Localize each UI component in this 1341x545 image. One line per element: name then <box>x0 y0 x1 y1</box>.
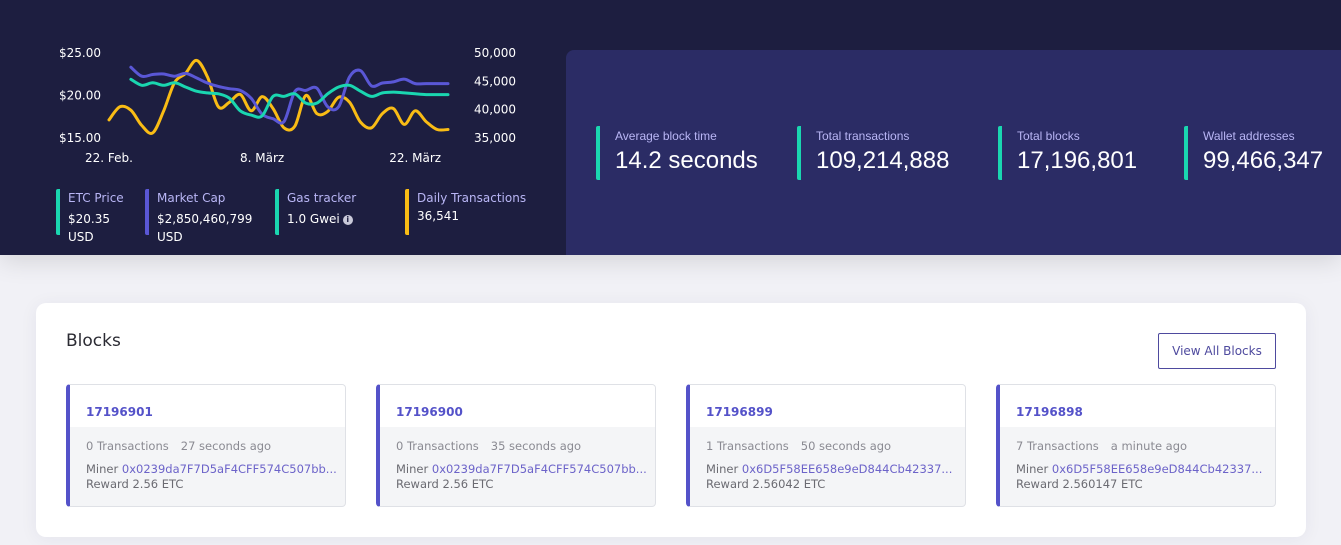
reward-value: 2.56042 ETC <box>752 477 826 491</box>
y-right-tick-label: 40,000 <box>474 103 516 117</box>
stat-value: 36,541 <box>417 209 459 223</box>
block-number-link[interactable]: 17196900 <box>396 405 463 419</box>
block-tile: 17196901 0 Transactions 27 seconds ago Mi… <box>66 384 346 507</box>
x-tick-label: 22. Feb. <box>85 151 133 165</box>
block-number-link[interactable]: 17196898 <box>1016 405 1083 419</box>
blocks-title: Blocks <box>66 331 121 351</box>
block-number-link[interactable]: 17196901 <box>86 405 153 419</box>
reward-value: 2.560147 ETC <box>1062 477 1143 491</box>
info-icon[interactable]: i <box>342 214 353 225</box>
stat-value-wrap: 1.0 Gwei i <box>287 210 356 228</box>
block-age: 27 seconds ago <box>180 439 272 453</box>
reward-value: 2.56 ETC <box>442 477 494 491</box>
miner-address-link[interactable]: 0x0239da7F7D5aF4CFF574C507bb... <box>432 462 647 476</box>
blocks-card: Blocks View All Blocks 17196901 0 Transa… <box>36 303 1306 537</box>
y-left-tick-label: $15.00 <box>59 131 101 145</box>
chart-canvas: $25.00 $20.00 $15.00 50,000 45,000 40,000 35,… <box>59 46 516 165</box>
reward-label: Reward <box>706 477 749 491</box>
stat-average-block-time: Average block time 14.2 seconds <box>596 126 758 180</box>
block-tx-count: 1 Transactions <box>706 439 789 453</box>
stat-label: Total transactions <box>816 129 910 143</box>
block-tile: 17196899 1 Transactions 50 seconds ago Mi… <box>686 384 966 507</box>
network-stats-panel: Average block time 14.2 seconds Total tr… <box>566 50 1341 255</box>
stat-value: 1.0 Gwei <box>287 212 340 226</box>
miner-label: Miner <box>1016 462 1049 476</box>
y-right-tick-label: 50,000 <box>474 46 516 60</box>
stat-label: Wallet addresses <box>1203 129 1295 143</box>
x-tick-label: 8. März <box>240 151 284 165</box>
block-tx-count: 0 Transactions <box>396 439 479 453</box>
miner-label: Miner <box>86 462 119 476</box>
stat-total-blocks: Total blocks 17,196,801 <box>998 126 1137 180</box>
reward-label: Reward <box>1016 477 1059 491</box>
stat-market-cap: Market Cap $2,850,460,799 USD <box>145 189 267 244</box>
block-age: 35 seconds ago <box>490 439 582 453</box>
block-tile: 17196900 0 Transactions 35 seconds ago Mi… <box>376 384 656 507</box>
x-tick-label: 22. März <box>389 151 441 165</box>
stat-value: 109,214,888 <box>816 147 950 174</box>
stat-value: 17,196,801 <box>1017 147 1138 174</box>
stat-label: Daily Transactions <box>417 191 527 205</box>
reward-label: Reward <box>396 477 439 491</box>
block-tile: 17196898 7 Transactions a minute ago Mine… <box>996 384 1276 507</box>
reward-value: 2.56 ETC <box>132 477 184 491</box>
block-tx-count: 7 Transactions <box>1016 439 1099 453</box>
stat-value: 99,466,347 <box>1203 147 1324 174</box>
block-number-link[interactable]: 17196899 <box>706 405 773 419</box>
block-age: a minute ago <box>1110 439 1188 453</box>
block-age: 50 seconds ago <box>800 439 892 453</box>
stat-label: Market Cap <box>157 191 226 205</box>
miner-label: Miner <box>396 462 429 476</box>
stat-total-transactions: Total transactions 109,214,888 <box>797 126 949 180</box>
miner-address-link[interactable]: 0x6D5F58EE658e9eD844Cb42337... <box>742 462 953 476</box>
stat-value: 14.2 seconds <box>615 147 758 174</box>
y-left-tick-label: $25.00 <box>59 46 101 60</box>
y-right-tick-label: 45,000 <box>474 74 516 88</box>
stat-label: ETC Price <box>68 191 124 205</box>
miner-label: Miner <box>706 462 739 476</box>
y-left-tick-label: $20.00 <box>59 89 101 103</box>
miner-address-link[interactable]: 0x6D5F58EE658e9eD844Cb42337... <box>1052 462 1263 476</box>
reward-label: Reward <box>86 477 129 491</box>
hero-banner: $25.00 $20.00 $15.00 50,000 45,000 40,000 35,… <box>0 0 1341 255</box>
stat-value: $2,850,460,799 USD <box>157 212 253 244</box>
miner-address-link[interactable]: 0x0239da7F7D5aF4CFF574C507bb... <box>122 462 337 476</box>
stat-wallet-addresses: Wallet addresses 99,466,347 <box>1184 126 1323 180</box>
stat-value: $20.35 USD <box>68 212 110 244</box>
stat-etc-price: ETC Price $20.35 USD <box>56 189 124 244</box>
y-right-tick-label: 35,000 <box>474 131 516 145</box>
block-tx-count: 0 Transactions <box>86 439 169 453</box>
stat-daily-transactions: Daily Transactions 36,541 <box>405 189 526 235</box>
price-chart: $25.00 $20.00 $15.00 50,000 45,000 40,000 35,… <box>40 30 550 170</box>
stat-label: Total blocks <box>1017 129 1080 143</box>
view-all-blocks-button[interactable]: View All Blocks <box>1158 333 1276 369</box>
stat-label: Gas tracker <box>287 191 357 205</box>
stat-label: Average block time <box>615 129 717 143</box>
stat-gas-tracker: Gas tracker 1.0 Gwei i <box>275 189 356 235</box>
